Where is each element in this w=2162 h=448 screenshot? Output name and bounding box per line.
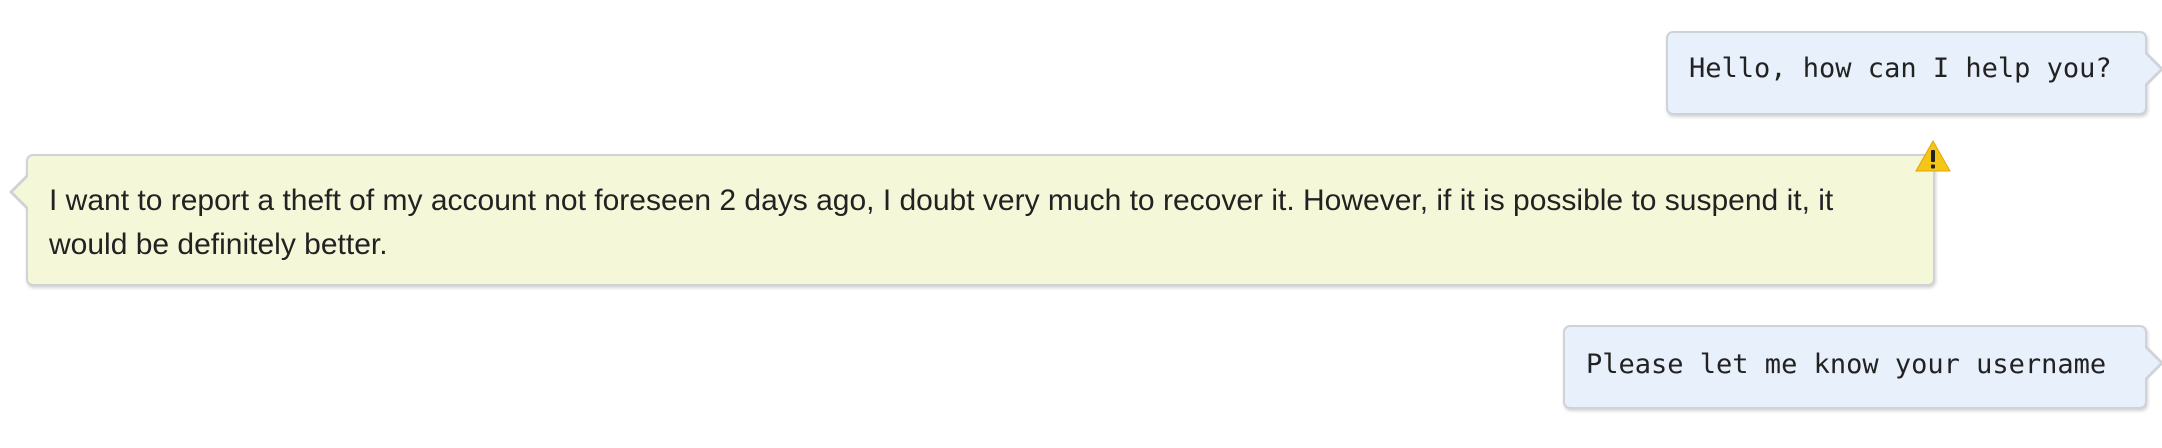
user-message-text: I want to report a theft of my account n… (49, 184, 1834, 261)
chat-transcript: Hello, how can I help you? I want to rep… (0, 0, 2162, 448)
agent-message-text: Hello, how can I help you? (1689, 53, 2112, 84)
warning-icon (1915, 140, 1951, 172)
user-message-bubble: I want to report a theft of my account n… (9, 154, 1935, 286)
agent-message-bubble: Please let me know your username (1563, 325, 2162, 409)
agent-message-text: Please let me know your username (1586, 349, 2107, 380)
agent-message-bubble: Hello, how can I help you? (1666, 31, 2162, 115)
